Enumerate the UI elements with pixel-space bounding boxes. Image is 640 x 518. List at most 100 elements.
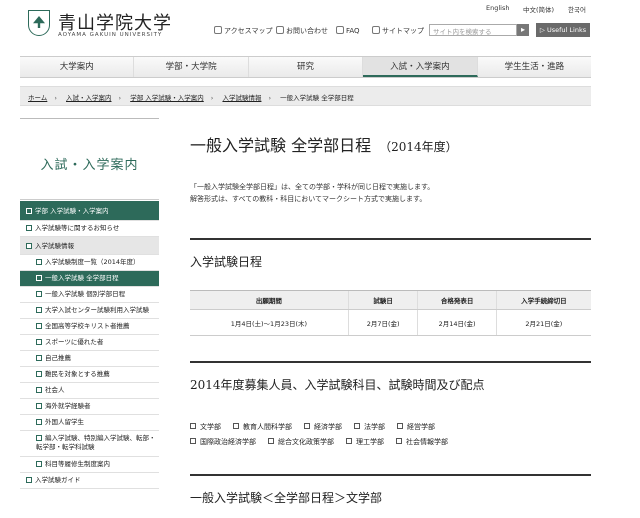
useful-links-button[interactable]: ▷ Useful Links [536,23,590,37]
application-period: 1月4日(土)〜1月23日(木) [190,309,349,336]
breadcrumb-separator: › [210,94,214,102]
sidebar-item-credited-auditor[interactable]: 科目等履修生制度案内 [20,457,159,473]
lang-korean-link[interactable]: 한국어 [568,4,586,14]
nav-research[interactable]: 研究 [248,57,364,77]
sidebar-item-general-all-faculty[interactable]: 一般入学試験 全学部日程 [20,271,159,287]
plus-box-icon [36,291,42,297]
nav-student-life[interactable]: 学生生活・進路 [477,57,592,77]
breadcrumb-exam-info[interactable]: 入学試験情報 [222,94,261,102]
sidebar-item-center-test[interactable]: 大学入試センター試験利用入学試験 [20,303,159,319]
breadcrumb-admissions[interactable]: 入試・入学案内 [66,94,112,102]
breadcrumb-separator: › [268,94,272,102]
square-bullet-icon [233,423,239,429]
faculty-link-education[interactable]: 教育人間科学部 [233,420,292,435]
plus-box-icon [36,259,42,265]
sidebar-title: 入試・入学案内 [20,118,159,200]
sidebar-item-transfer[interactable]: 編入学試験、特別編入学試験、転部・転学部・転学科試験 [20,431,159,457]
faculty-link-social-informatics[interactable]: 社会情報学部 [396,435,448,450]
square-bullet-icon [304,423,310,429]
breadcrumb-separator: › [118,94,122,102]
col-exam-date: 試験日 [347,290,418,310]
lang-english-link[interactable]: English [486,4,509,12]
square-bullet-icon [190,438,196,444]
minus-box-icon [26,208,32,214]
site-header: 青山学院大学 AOYAMA GAKUIN UNIVERSITY English … [0,0,640,56]
plus-box-icon [36,323,42,329]
sidebar-item-exam-guide[interactable]: 入学試験ガイド [20,473,159,489]
faculty-link-law[interactable]: 法学部 [354,420,385,435]
building-icon [214,26,222,34]
nav-faculties[interactable]: 学部・大学院 [134,57,249,77]
square-bullet-icon [396,438,402,444]
nav-about[interactable]: 大学案内 [20,57,135,77]
nav-admissions[interactable]: 入試・入学案内 [363,57,478,77]
enrollment-deadline: 2月21日(金) [495,309,591,336]
faculty-link-intl-politics[interactable]: 国際政治経済学部 [190,435,256,450]
col-application-period: 出願期間 [190,290,349,310]
faculty-link-economics[interactable]: 経済学部 [304,420,342,435]
search-input[interactable]: サイト内を検索する [429,24,517,36]
sidebar-item-general-individual[interactable]: 一般入学試験 個別学部日程 [20,287,159,303]
global-nav: 大学案内 学部・大学院 研究 入試・入学案内 学生生活・進路 [20,56,592,78]
sidebar-item-exam-system[interactable]: 入学試験制度一覧（2014年度） [20,255,159,271]
table-header-row: 出願期間 試験日 合格発表日 入学手続締切日 [190,290,591,310]
plus-box-icon [36,339,42,345]
plus-box-icon [36,435,42,441]
sidebar-item-exam-info[interactable]: 入学試験情報 [20,237,159,255]
search-button[interactable]: ▸ [517,24,529,36]
page-title-year: （2014年度） [379,140,458,154]
plus-box-icon [36,355,42,361]
sidebar-item-overseas[interactable]: 海外就学経験者 [20,399,159,415]
faculty-links: 文学部 教育人間科学部 経済学部 法学部 経営学部 国際政治経済学部 総合文化政策学部 理工… [190,420,591,450]
sidebar-item-christian-recommend[interactable]: 全国高等学校キリスト者推薦 [20,319,159,335]
sitemap-link[interactable]: サイトマップ [372,26,424,36]
square-bullet-icon [268,438,274,444]
faculty-link-business[interactable]: 経営学部 [397,420,435,435]
recruitment-heading: 2014年度募集人員、入学試験科目、試験時間及び配点 [190,361,591,393]
plus-box-icon [26,477,32,483]
breadcrumb-current: 一般入学試験 全学部日程 [280,94,354,102]
col-enrollment-deadline: 入学手続締切日 [495,290,591,310]
sidebar-item-adult[interactable]: 社会人 [20,383,159,399]
lang-chinese-link[interactable]: 中文(简体) [523,4,554,14]
faculty-link-literature[interactable]: 文学部 [190,420,221,435]
sidebar: 入試・入学案内 学部 入学試験・入学案内 入学試験等に関するお知らせ 入学試験情… [20,118,159,489]
breadcrumb-separator: › [54,94,57,102]
faculty-link-culture-policy[interactable]: 総合文化政策学部 [268,435,334,450]
plus-box-icon [36,387,42,393]
sidebar-item-refugee[interactable]: 難民を対象とする推薦 [20,367,159,383]
faculty-link-science-engineering[interactable]: 理工学部 [346,435,384,450]
sidebar-item-sports[interactable]: スポーツに優れた者 [20,335,159,351]
intro-text: 「一般入学試験全学部日程」は、全ての学部・学科が同じ日程で実施します。 解答形式… [190,183,435,203]
plus-box-icon [36,461,42,467]
plus-box-icon [36,403,42,409]
university-logo[interactable] [28,10,50,36]
square-bullet-icon [346,438,352,444]
sidebar-item-undergrad-admissions[interactable]: 学部 入学試験・入学案内 [20,201,159,221]
question-icon [336,26,344,34]
plus-box-icon [36,307,42,313]
result-date: 2月14日(金) [417,309,497,336]
university-name-en: AOYAMA GAKUIN UNIVERSITY [58,32,163,38]
plus-box-icon [36,419,42,425]
table-row: 1月4日(土)〜1月23日(木) 2月7日(金) 2月14日(金) 2月21日(… [190,309,591,336]
schedule-table: 出願期間 試験日 合格発表日 入学手続締切日 1月4日(土)〜1月23日(木) … [190,290,591,336]
sidebar-item-notices[interactable]: 入学試験等に関するお知らせ [20,221,159,237]
faq-link[interactable]: FAQ [336,26,360,35]
mail-icon [276,26,284,34]
plus-box-icon [36,371,42,377]
breadcrumb-undergrad-admissions[interactable]: 学部 入学試験・入学案内 [130,94,204,102]
contact-link[interactable]: お問い合わせ [276,26,328,36]
plus-box-icon [26,225,32,231]
square-bullet-icon [354,423,360,429]
square-bullet-icon [190,423,196,429]
schedule-heading: 入学試験日程 [190,238,591,270]
sidebar-item-international[interactable]: 外国人留学生 [20,415,159,431]
minus-box-icon [26,243,32,249]
access-map-link[interactable]: アクセスマップ [214,26,272,36]
breadcrumb: ホーム › 入試・入学案内 › 学部 入学試験・入学案内 › 入学試験情報 › 一般入学… [20,86,591,106]
col-result-date: 合格発表日 [417,290,497,310]
breadcrumb-home[interactable]: ホーム [28,94,47,102]
sidebar-item-self-recommend[interactable]: 自己推薦 [20,351,159,367]
square-bullet-icon [397,423,403,429]
